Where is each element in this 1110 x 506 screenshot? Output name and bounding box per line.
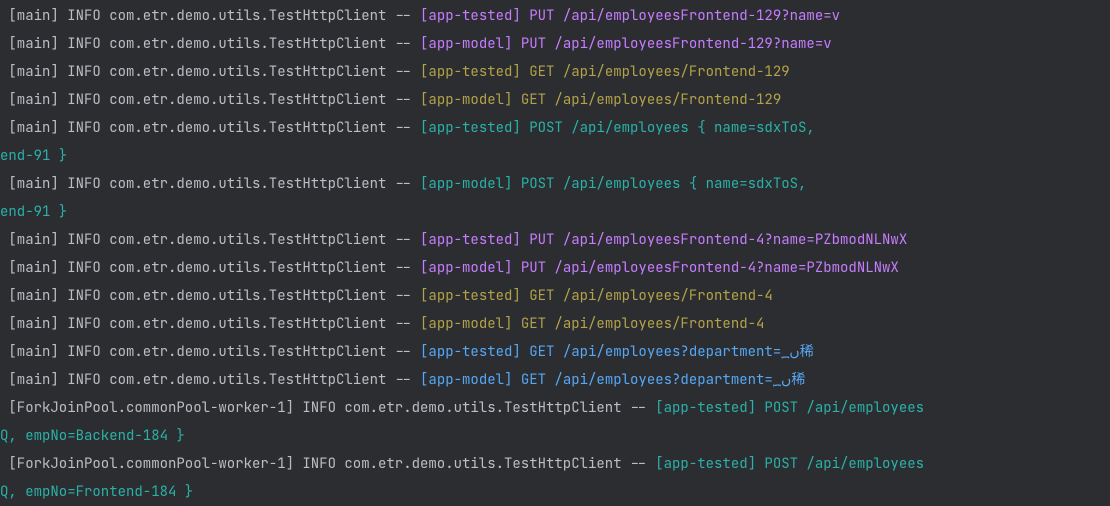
log-message-continuation: end-91 }: [0, 147, 67, 165]
log-prefix: [main] INFO com.etr.demo.utils.TestHttpC…: [0, 91, 420, 109]
log-message-continuation: end-91 }: [0, 203, 67, 221]
log-prefix: [main] INFO com.etr.demo.utils.TestHttpC…: [0, 287, 420, 305]
log-message: [app-model] POST /api/employees { name=s…: [420, 175, 815, 193]
log-prefix: [main] INFO com.etr.demo.utils.TestHttpC…: [0, 63, 420, 81]
log-prefix: [main] INFO com.etr.demo.utils.TestHttpC…: [0, 175, 420, 193]
log-prefix: [main] INFO com.etr.demo.utils.TestHttpC…: [0, 259, 420, 277]
log-prefix: [main] INFO com.etr.demo.utils.TestHttpC…: [0, 231, 420, 249]
log-prefix: [ForkJoinPool.commonPool-worker-1] INFO …: [0, 399, 655, 417]
log-prefix: [main] INFO com.etr.demo.utils.TestHttpC…: [0, 119, 420, 137]
log-message: [app-tested] PUT /api/employeesFrontend-…: [420, 231, 907, 249]
log-message: [app-tested] POST /api/employees: [655, 399, 932, 417]
log-message: [app-tested] GET /api/employees/Frontend…: [420, 287, 773, 305]
log-message-continuation: Q, empNo=Frontend-184 }: [0, 483, 193, 501]
log-prefix: [main] INFO com.etr.demo.utils.TestHttpC…: [0, 35, 420, 53]
log-message: [app-tested] POST /api/employees: [655, 455, 932, 473]
log-message: [app-tested] GET /api/employees/Frontend…: [420, 63, 790, 81]
log-prefix: [main] INFO com.etr.demo.utils.TestHttpC…: [0, 371, 420, 389]
log-message: [app-model] GET /api/employees?departmen…: [420, 371, 805, 389]
log-message: [app-model] PUT /api/employeesFrontend-1…: [420, 35, 832, 53]
log-prefix: [main] INFO com.etr.demo.utils.TestHttpC…: [0, 7, 420, 25]
log-prefix: [main] INFO com.etr.demo.utils.TestHttpC…: [0, 343, 420, 361]
log-message: [app-tested] PUT /api/employeesFrontend-…: [420, 7, 840, 25]
log-message: [app-tested] POST /api/employees { name=…: [420, 119, 823, 137]
log-message: [app-model] GET /api/employees/Frontend-…: [420, 315, 764, 333]
log-message: [app-tested] GET /api/employees?departme…: [420, 343, 814, 361]
log-message-continuation: Q, empNo=Backend-184 }: [0, 427, 185, 445]
log-prefix: [ForkJoinPool.commonPool-worker-1] INFO …: [0, 455, 655, 473]
log-message: [app-model] GET /api/employees/Frontend-…: [420, 91, 781, 109]
log-prefix: [main] INFO com.etr.demo.utils.TestHttpC…: [0, 315, 420, 333]
console-log-output[interactable]: [main] INFO com.etr.demo.utils.TestHttpC…: [0, 0, 1110, 506]
log-message: [app-model] PUT /api/employeesFrontend-4…: [420, 259, 899, 277]
